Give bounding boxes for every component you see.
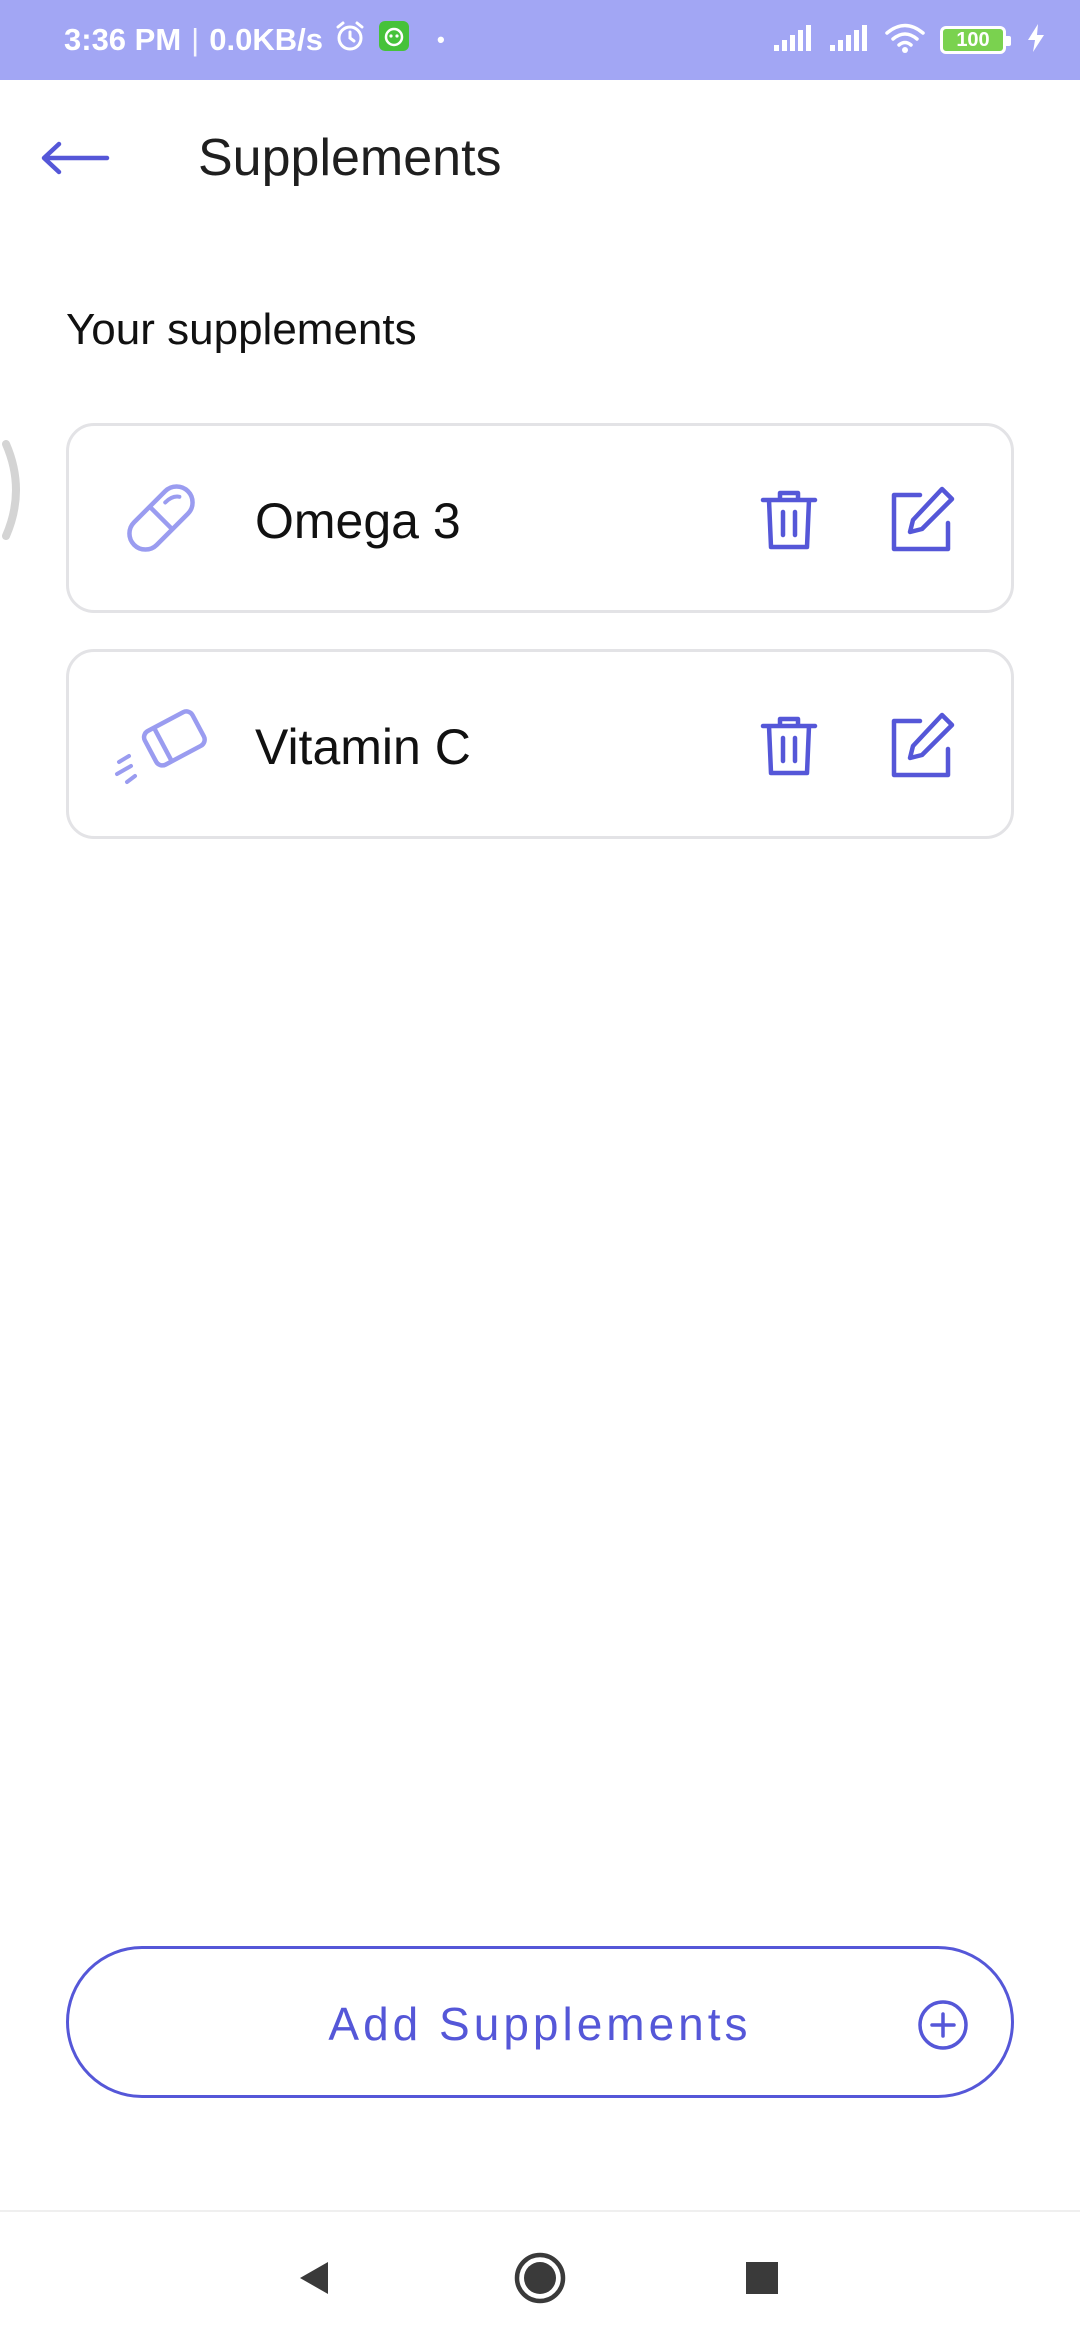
- status-right: 100: [772, 22, 1046, 59]
- arrow-left-icon: [41, 141, 110, 175]
- delete-button[interactable]: [749, 478, 829, 562]
- delete-button[interactable]: [749, 704, 829, 788]
- status-dot: •: [436, 27, 445, 52]
- charging-icon: [1026, 23, 1046, 58]
- signal-icon: [772, 23, 814, 58]
- battery-level: 100: [956, 29, 990, 51]
- supplement-card[interactable]: Vitamin C: [66, 649, 1014, 839]
- tablet-icon: [113, 696, 209, 792]
- page-title: Supplements: [198, 129, 502, 187]
- trash-icon: [760, 716, 818, 776]
- plus-circle-icon: [917, 1999, 969, 2051]
- status-network-speed: 0.0KB/s: [209, 22, 323, 57]
- add-supplements-button[interactable]: Add Supplements: [66, 1946, 1014, 2098]
- battery-icon: 100: [940, 26, 1011, 54]
- nav-back-button[interactable]: [282, 2246, 346, 2310]
- signal-icon-2: [828, 23, 870, 58]
- add-supplements-label: Add Supplements: [328, 1998, 752, 2050]
- back-button[interactable]: [30, 120, 120, 196]
- nav-recents-button[interactable]: [730, 2246, 794, 2310]
- nav-home-button[interactable]: [508, 2246, 572, 2310]
- wifi-icon: [884, 22, 926, 59]
- edit-button[interactable]: [879, 478, 963, 562]
- edit-icon: [891, 712, 955, 778]
- edit-button[interactable]: [879, 704, 963, 788]
- status-separator: |: [191, 22, 200, 57]
- app-header: Supplements: [0, 80, 1080, 240]
- supplement-name: Omega 3: [255, 493, 461, 549]
- circle-home-icon: [514, 2252, 566, 2304]
- edit-icon: [891, 486, 955, 552]
- trash-icon: [760, 490, 818, 550]
- square-recents-icon: [746, 2262, 778, 2294]
- capsule-icon: [113, 470, 209, 566]
- alarm-icon: [333, 19, 367, 61]
- app-notification-icon: [377, 19, 411, 61]
- status-time: 3:36 PM: [64, 22, 182, 57]
- supplement-name: Vitamin C: [255, 719, 471, 775]
- triangle-back-icon: [300, 2262, 328, 2294]
- supplement-card[interactable]: Omega 3: [66, 423, 1014, 613]
- status-left: 3:36 PM | 0.0KB/s •: [64, 19, 445, 61]
- section-title: Your supplements: [66, 305, 417, 354]
- status-bar: 3:36 PM | 0.0KB/s • 100: [0, 0, 1080, 80]
- system-navigation-bar: [0, 2210, 1080, 2340]
- edge-swipe-handle[interactable]: [0, 440, 28, 540]
